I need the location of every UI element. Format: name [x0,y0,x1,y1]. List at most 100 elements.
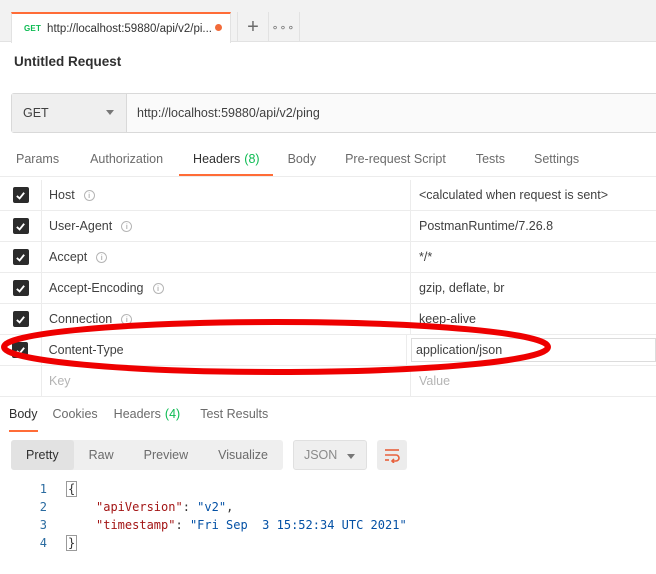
check-icon [16,284,25,293]
code-text: "timestamp": "Fri Sep 3 15:52:34 UTC 202… [96,518,407,532]
tab-params[interactable]: Params [16,146,59,176]
header-key-text: User-Agent [49,219,113,233]
header-key[interactable]: Accept-Encoding i [42,273,411,303]
tab-headers[interactable]: Headers (8) [179,146,273,176]
header-value-text: PostmanRuntime/7.26.8 [419,219,554,233]
tab-label: Tests [475,152,505,166]
header-value-text: application/json [416,343,503,357]
line-number: 3 [39,518,47,532]
chevron-down-icon [346,454,355,459]
tab-body[interactable]: Body [288,146,317,176]
info-icon[interactable]: i [96,251,108,263]
url-input[interactable]: http://localhost:59880/api/v2/ping [127,94,656,132]
code-line: 1 { [0,480,656,498]
new-tab-button[interactable]: + [237,12,269,42]
table-row: Connection i keep-alive [0,304,656,335]
check-icon [16,253,25,262]
enabled-checkbox[interactable] [12,187,29,203]
checkbox-cell [0,242,42,272]
check-icon [16,222,25,231]
request-tabs: Params Authorization Headers (8) Body Pre… [0,146,656,176]
more-tabs-button[interactable]: ∘∘∘ [268,12,300,42]
new-header-row: Key Value [0,366,656,397]
request-title[interactable]: Untitled Request [14,54,121,69]
header-value[interactable]: <calculated when request is sent> [411,180,656,210]
checkbox-cell [0,366,42,396]
tab-count: (8) [244,152,260,166]
header-key-text: Content-Type [48,343,124,357]
open-brace: { [66,481,78,497]
wrap-lines-button[interactable] [376,440,407,470]
format-select[interactable]: JSON [292,440,367,470]
info-icon[interactable]: i [83,189,95,201]
unsaved-dot-icon [215,24,222,31]
checkbox-cell [0,335,42,365]
method-select[interactable]: GET [12,94,127,132]
enabled-checkbox[interactable] [12,280,29,296]
json-key: "timestamp" [96,518,176,532]
header-value-text: gzip, deflate, br [419,281,505,295]
code-text: "apiVersion": "v2", [96,500,234,514]
close-brace: } [66,535,78,551]
enabled-checkbox[interactable] [12,311,29,327]
header-value[interactable]: PostmanRuntime/7.26.8 [411,211,656,241]
tab-label: Headers [193,152,241,166]
tab-authorization[interactable]: Authorization [90,146,163,176]
header-value[interactable]: gzip, deflate, br [411,273,656,303]
tab-label: Pre-request Script [345,152,446,166]
tab-label: Body [287,152,317,166]
response-tabs: Body Cookies Headers (4) Test Results [0,404,656,432]
request-tab[interactable]: GET http://localhost:59880/api/v2/pi... [11,12,231,43]
table-row: Accept-Encoding i gzip, deflate, br [0,273,656,304]
tab-response-cookies[interactable]: Cookies [53,404,98,432]
tab-pre-request-script[interactable]: Pre-request Script [345,146,446,176]
request-tab-url: http://localhost:59880/api/v2/pi... [47,22,212,35]
tab-test-results[interactable]: Test Results [200,404,268,432]
tab-strip: GET http://localhost:59880/api/v2/pi... … [0,0,656,43]
info-icon[interactable]: i [121,220,133,232]
header-value[interactable]: keep-alive [411,304,656,334]
view-raw-button[interactable]: Raw [74,440,129,470]
json-key: "apiVersion" [96,500,183,514]
new-value-input[interactable]: Value [411,366,656,396]
code-text: { [66,481,78,497]
checkbox-cell [0,304,42,334]
new-key-input[interactable]: Key [42,366,411,396]
enabled-checkbox[interactable] [12,218,29,234]
line-number: 4 [39,536,47,550]
tab-settings[interactable]: Settings [534,146,579,176]
response-toolbar: Pretty Raw Preview Visualize JSON [11,440,407,470]
tab-label: Headers [113,407,161,421]
plus-icon: + [247,15,259,38]
tab-tests[interactable]: Tests [476,146,505,176]
header-key[interactable]: User-Agent i [42,211,411,241]
wrap-icon [384,449,400,463]
header-value[interactable]: application/json [407,335,656,365]
tab-response-headers[interactable]: Headers (4) [114,404,181,432]
tab-response-body[interactable]: Body [9,404,38,432]
header-value-input[interactable]: application/json [411,338,656,362]
tab-label: Params [16,152,60,166]
header-key-text: Connection [49,312,113,326]
tab-label: Cookies [52,407,98,421]
info-icon[interactable]: i [121,313,133,325]
view-pretty-button[interactable]: Pretty [11,440,74,470]
view-visualize-button[interactable]: Visualize [203,440,283,470]
view-preview-button[interactable]: Preview [129,440,203,470]
header-key[interactable]: Connection i [42,304,411,334]
header-value[interactable]: */* [411,242,656,272]
tab-label: Test Results [200,407,269,421]
check-icon [16,315,25,324]
value-placeholder: Value [419,374,451,388]
header-key[interactable]: Content-Type [42,335,407,365]
info-icon[interactable]: i [152,282,164,294]
response-code[interactable]: 1 { 2 "apiVersion": "v2", 3 "timestamp":… [0,480,656,552]
header-key[interactable]: Host i [42,180,411,210]
table-row: Host i <calculated when request is sent> [0,180,656,211]
enabled-checkbox[interactable] [12,249,29,265]
more-icon: ∘∘∘ [271,21,296,34]
checkbox-cell [0,180,42,210]
tab-label: Authorization [90,152,164,166]
header-key[interactable]: Accept i [42,242,411,272]
enabled-checkbox[interactable] [12,342,29,358]
